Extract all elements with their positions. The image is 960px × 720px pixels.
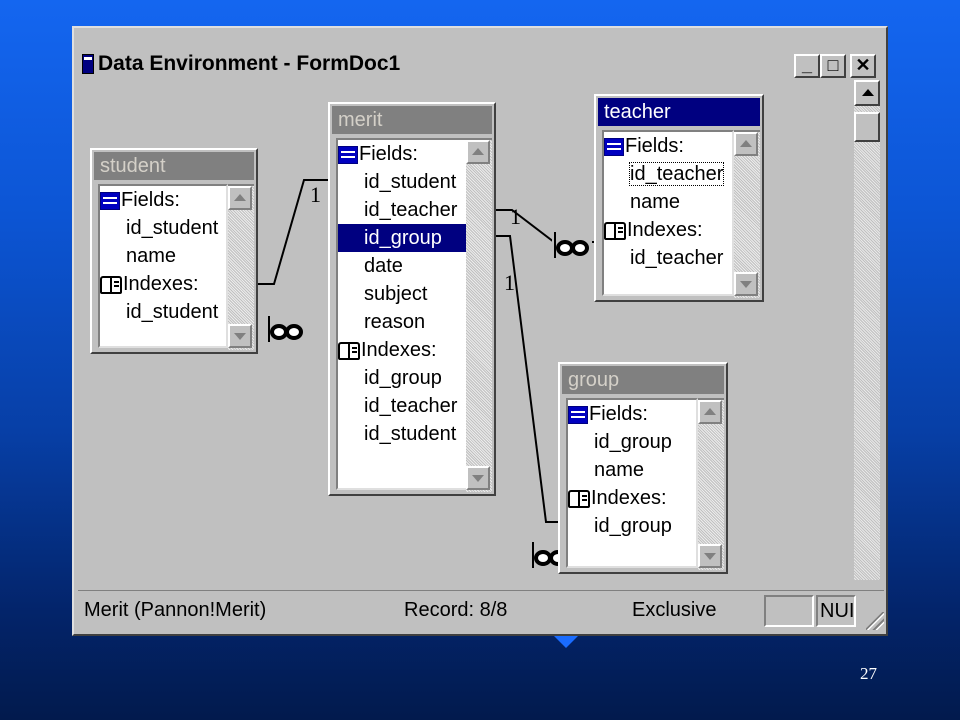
list-item[interactable]: id_group [338,364,466,392]
window-title: Data Environment - FormDoc1 [98,52,401,75]
minimize-button[interactable]: _ [794,54,820,78]
list-item[interactable]: id_teacher [338,196,466,224]
status-bar: Merit (Pannon!Merit) Record: 8/8 Exclusi… [78,590,884,630]
list-item[interactable]: subject [338,280,466,308]
slide-page-number: 27 [860,664,877,683]
table-merit-field-list[interactable]: Fields: id_student id_teacher id_group d… [336,138,468,490]
list-item[interactable]: Fields: [100,186,226,214]
relation-one-label-student: 1 [310,182,321,207]
data-environment-window: Data Environment - FormDoc1 _ □ ✕ 1 1 1 [72,26,888,636]
fields-icon [100,191,120,210]
resize-grip-icon[interactable] [866,612,884,630]
indexes-icon [338,341,360,360]
table-group-title[interactable]: group [562,366,724,394]
chevron-up-icon [472,148,484,155]
window-vertical-scrollbar[interactable] [854,80,880,580]
list-item[interactable]: Indexes: [338,336,466,364]
scroll-up-button[interactable] [228,186,252,210]
list-item[interactable]: Indexes: [568,484,696,512]
status-record: Record: 8/8 [404,599,508,621]
chevron-up-icon [234,194,246,201]
list-item[interactable]: id_student [100,298,226,326]
indexes-icon [568,489,590,508]
relation-one-label-group: 1 [504,270,515,295]
status-alias: Merit (Pannon!Merit) [84,599,267,621]
list-item[interactable]: id_teacher [338,392,466,420]
list-item-selected[interactable]: id_group [338,224,466,252]
list-item[interactable]: id_student [338,420,466,448]
window-scroll-up-button[interactable] [854,80,880,106]
chevron-up-icon [740,140,752,147]
maximize-button[interactable]: □ [820,54,846,78]
list-item[interactable]: date [338,252,466,280]
list-item[interactable]: Fields: [568,400,696,428]
relation-many-icon-student [266,312,306,346]
table-merit[interactable]: merit Fields: id_student id_teacher id_g… [328,102,496,496]
fields-icon [604,137,624,156]
window-system-icon[interactable] [82,54,94,74]
scroll-up-button[interactable] [734,132,758,156]
list-item[interactable]: name [100,242,226,270]
relation-many-icon-teacher [552,228,592,262]
list-item[interactable]: Indexes: [100,270,226,298]
status-box-num: NUI [816,595,856,627]
list-item[interactable]: Fields: [338,140,466,168]
table-teacher-field-list[interactable]: Fields: id_teacher name Indexes: id_teac… [602,130,734,296]
indexes-icon [100,275,122,294]
table-student[interactable]: student Fields: id_student name Indexes:… [90,148,258,354]
list-item[interactable]: Fields: [604,132,732,160]
scroll-down-button[interactable] [466,466,490,490]
scroll-down-button[interactable] [734,272,758,296]
list-item[interactable]: name [568,456,696,484]
table-group[interactable]: group Fields: id_group name Indexes: id_… [558,362,728,574]
chevron-down-icon [704,553,716,560]
title-bar: Data Environment - FormDoc1 _ □ ✕ [78,48,882,80]
list-item[interactable]: name [604,188,732,216]
table-group-field-list[interactable]: Fields: id_group name Indexes: id_group [566,398,698,568]
list-item[interactable]: Indexes: [604,216,732,244]
table-student-title[interactable]: student [94,152,254,180]
chevron-up-icon [704,408,716,415]
list-item-focused[interactable]: id_teacher [604,160,732,188]
list-item[interactable]: id_student [100,214,226,242]
table-merit-scrollbar[interactable] [466,138,492,492]
table-group-scrollbar[interactable] [698,398,724,570]
scroll-down-button[interactable] [698,544,722,568]
scroll-up-button[interactable] [698,400,722,424]
list-item[interactable]: id_student [338,168,466,196]
status-mode: Exclusive [632,599,717,621]
triangle-marker-icon [554,636,578,648]
table-teacher-scrollbar[interactable] [734,130,760,298]
designer-canvas[interactable]: 1 1 1 student Fields: id_student name In… [78,86,854,580]
table-merit-title[interactable]: merit [332,106,492,134]
relation-one-label-teacher: 1 [510,204,521,229]
scroll-down-button[interactable] [228,324,252,348]
table-teacher[interactable]: teacher Fields: id_teacher name Indexes:… [594,94,764,302]
status-box-empty [764,595,814,627]
list-item[interactable]: id_group [568,428,696,456]
chevron-up-icon [862,89,874,96]
close-button[interactable]: ✕ [850,54,876,78]
window-scroll-thumb[interactable] [854,112,880,142]
chevron-down-icon [472,475,484,482]
chevron-down-icon [740,281,752,288]
fields-icon [338,145,358,164]
table-teacher-title[interactable]: teacher [598,98,760,126]
list-item[interactable]: reason [338,308,466,336]
table-student-field-list[interactable]: Fields: id_student name Indexes: id_stud… [98,184,228,348]
indexes-icon [604,221,626,240]
list-item[interactable]: id_teacher [604,244,732,272]
table-student-scrollbar[interactable] [228,184,254,350]
scroll-up-button[interactable] [466,140,490,164]
chevron-down-icon [234,333,246,340]
list-item[interactable]: id_group [568,512,696,540]
fields-icon [568,405,588,424]
